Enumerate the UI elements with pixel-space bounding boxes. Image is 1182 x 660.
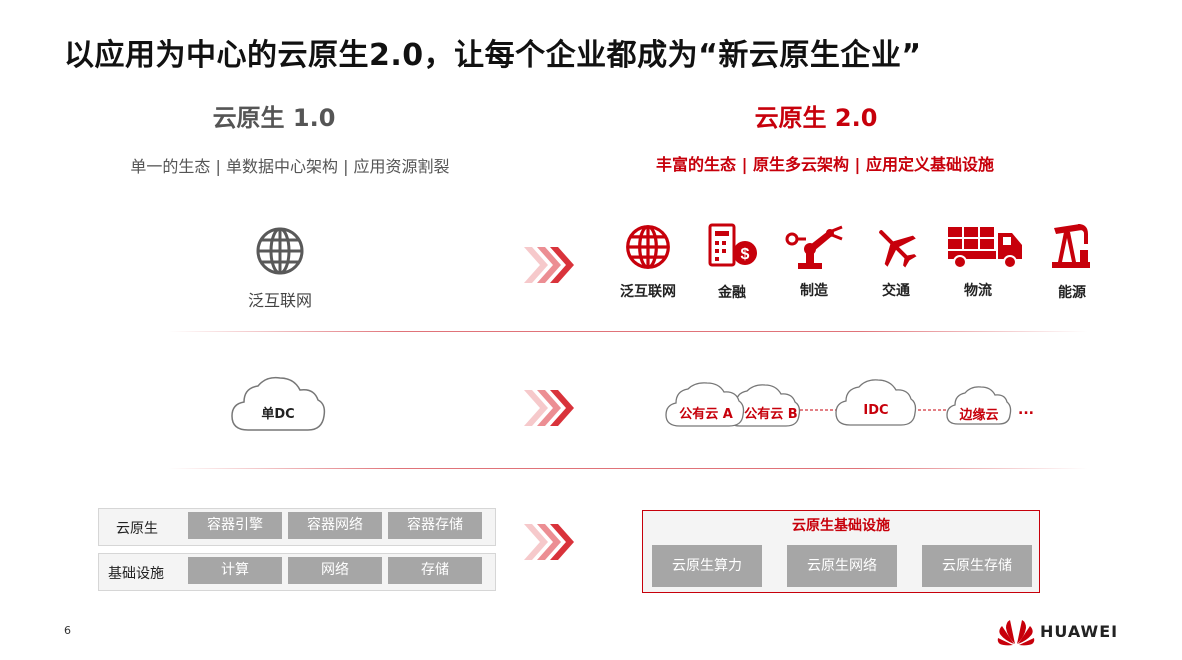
right-subtitle: 丰富的生态 | 原生多云架构 | 应用定义基础设施 (656, 155, 994, 174)
cloud-native-network-box: 云原生网络 (787, 545, 897, 587)
cloud-native-infra-title: 云原生基础设施 (792, 518, 890, 534)
container-storage-box: 容器存储 (388, 512, 482, 539)
storage-box: 存储 (388, 557, 482, 584)
left-heading: 云原生 1.0 (212, 104, 336, 132)
single-dc-label: 单DC (261, 407, 295, 422)
globe-icon (626, 225, 670, 269)
huawei-brand-text: HUAWEI (1040, 622, 1119, 641)
huawei-logo-icon (997, 620, 1035, 646)
industry-label: 泛互联网 (620, 284, 676, 300)
cloud-native-row-label: 云原生 (116, 521, 158, 537)
right-heading: 云原生 2.0 (754, 104, 878, 132)
left-subtitle: 单一的生态 | 单数据中心架构 | 应用资源割裂 (130, 157, 450, 176)
left-ecosystem-label: 泛互联网 (247, 291, 312, 310)
industry-label: 交通 (882, 283, 910, 299)
oil-pump-icon (1052, 224, 1090, 268)
infrastructure-row-label: 基础设施 (108, 566, 164, 582)
row-divider (168, 331, 1088, 332)
container-engine-box: 容器引擎 (188, 512, 282, 539)
chevron-arrow-icon (524, 247, 574, 283)
public-cloud-b-label: 公有云 B (744, 407, 798, 422)
industry-label: 制造 (800, 283, 828, 299)
container-network-box: 容器网络 (288, 512, 382, 539)
svg-text:$: $ (741, 246, 750, 263)
cloud-native-compute-box: 云原生算力 (652, 545, 762, 587)
network-box: 网络 (288, 557, 382, 584)
industry-label: 能源 (1058, 285, 1086, 301)
idc-label: IDC (863, 403, 889, 418)
industry-label: 金融 (718, 285, 746, 301)
industry-label: 物流 (964, 283, 992, 299)
robot-arm-icon (785, 225, 843, 269)
airplane-icon (879, 230, 917, 268)
more-clouds-ellipsis: ... (1018, 402, 1034, 418)
row-divider (168, 468, 1088, 469)
truck-icon (948, 227, 1022, 269)
slide-title: 以应用为中心的云原生2.0，让每个企业都成为“新云原生企业” (64, 38, 922, 73)
compute-box: 计算 (188, 557, 282, 584)
finance-icon: $ (708, 223, 757, 267)
globe-icon (256, 227, 304, 275)
cloud-native-storage-box: 云原生存储 (922, 545, 1032, 587)
edge-cloud-label: 边缘云 (959, 408, 999, 423)
page-number: 6 (64, 624, 71, 637)
chevron-arrow-icon (524, 524, 574, 560)
public-cloud-a-label: 公有云 A (679, 407, 733, 422)
chevron-arrow-icon (524, 390, 574, 426)
